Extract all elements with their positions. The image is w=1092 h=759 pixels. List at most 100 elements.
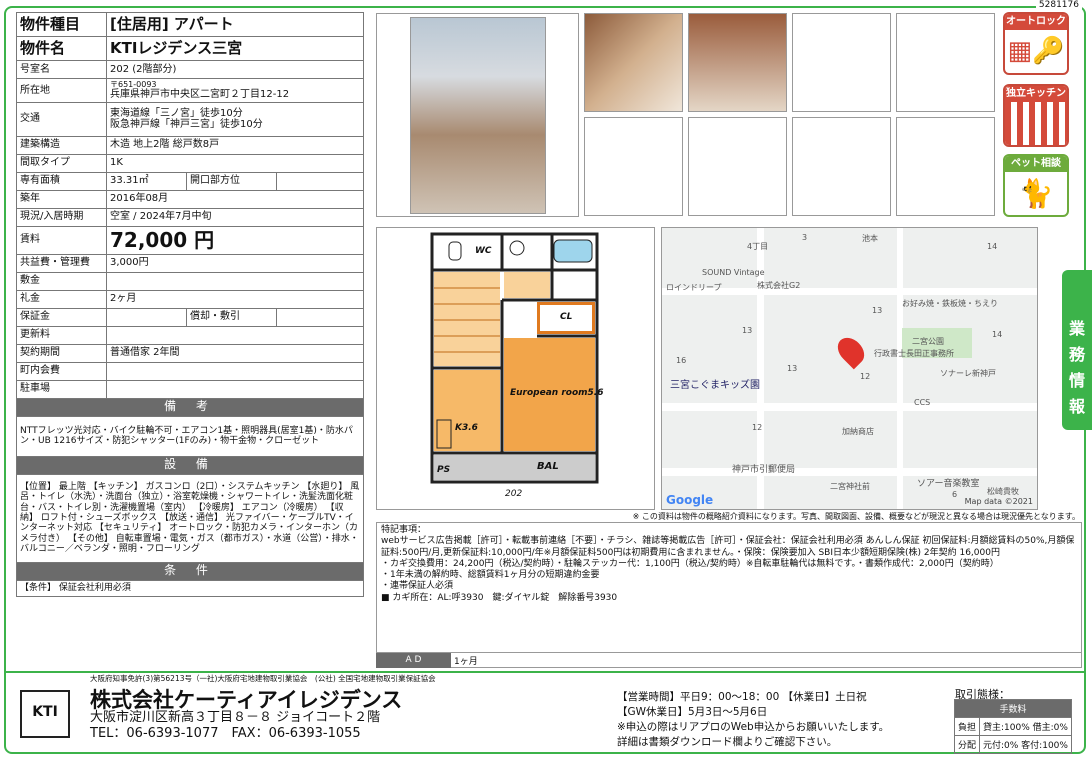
addr-label: 所在地 [16,78,107,103]
ad-value: 1ヶ月 [454,657,478,667]
business-hours: 【営業時間】平日9：00～18：00 【休業日】土日祝 【GW休業日】5月3日～… [617,690,889,750]
struct-label: 建築構造 [16,135,107,155]
status-label: 現況/入居時期 [16,207,107,227]
notes-line: ・連帯保証人必須 [381,581,454,592]
pet-icon: 🐈🐕 [1018,177,1054,210]
equipment-head: 設 備 [16,455,364,475]
notes-line: ・カギ交換費用：24,200円（税込/契約時）・駐輪ステッカー代：1,100円（… [381,558,999,569]
traffic-label: 交通 [16,101,107,137]
map-label: CCS [914,398,931,407]
renew-label: 更新料 [16,325,107,345]
pet-badge: ペット相談 🐈🐕 [1003,154,1069,217]
location-pin-icon [832,332,870,370]
map-label: 4丁目 [747,242,769,251]
room-value: 202 (2階部分) [106,60,364,79]
company-phone: TEL：06-6393-1077 FAX：06-6393-1055 [90,726,361,741]
photo-slot [792,117,891,216]
room-number: 202 [505,489,523,499]
autolock-badge: オートロック ▦🔑 [1003,12,1069,75]
map-label: 三宮こぐまキッズ園 [670,380,760,391]
balcony-label: BAL [537,461,559,472]
map-label: 行政書士長田正事務所 [874,349,954,358]
map-label: 13 [742,326,753,335]
notes-head: 特記事項： [381,525,427,535]
map-label: 株式会社G2 [757,281,801,290]
notes-line: webサービス広告掲載［許可］・転載事前連絡［不要］・チラシ、雑誌等掲載広告［許… [381,536,1075,558]
fee-value: 3,000円 [106,253,364,273]
map-label: ソアー音楽教室 [917,479,980,489]
fee-head: 手数料 [954,699,1072,718]
area-label: 専有面積 [16,171,107,191]
map-label: SOUND Vintage [702,268,765,277]
company-contact: 大阪市淀川区新高３丁目８－８ ジョイコート２階 TEL：06-6393-1077… [90,710,380,742]
kitchen-icon [1005,102,1067,145]
fee-row-value: 貸主:100% 借主:0% [979,717,1072,736]
deposit-value [106,271,364,291]
built-label: 築年 [16,189,107,209]
status-value: 空室 / 2024年7月中旬 [106,207,364,227]
room-label: 号室名 [16,60,107,79]
map-label: 二宮神社前 [830,482,870,491]
property-spec-table: 物件種目 [住居用] アパート 物件名 KTIレジデンス三宮 号室名 202 (2階部… [16,12,364,597]
photo-slot [584,117,683,216]
google-logo: Google [666,493,714,507]
repay-value [276,307,364,327]
remarks-head: 備 考 [16,397,364,417]
map-label: 池本 [862,234,878,243]
traffic-line-2: 阪急神戸線「神戸三宮」徒歩10分 [110,119,263,131]
map-label: ロインドリープ [666,283,722,292]
layout-label: 間取タイプ [16,153,107,173]
map-label: 3 [802,233,808,242]
autolock-label: オートロック [1005,14,1067,30]
fee-table: 手数料 負担 貸主:100% 借主:0% 分配 元付:0% 客付:100% [953,699,1072,754]
map-label: 13 [787,364,798,373]
hours-line: 詳細は書類ダウンロード欄よりご確認下さい。 [617,736,838,748]
remarks-text: NTTフレッツ光対応・バイク駐輪不可・エアコン1基・照明器具(居室1基)・防水パ… [16,415,364,457]
map-label: 加納商店 [842,427,874,436]
hours-line: 【営業時間】平日9：00～18：00 【休業日】土日祝 [617,691,867,703]
map-label: 松崎貴牧 [987,487,1019,496]
tab-char: 報 [1068,397,1085,416]
renew-value [106,325,364,345]
fee-row-value: 元付:0% 客付:100% [979,735,1072,754]
map-road [662,403,1037,411]
conditions-head: 条 件 [16,561,364,581]
map-label: 12 [752,423,763,432]
company-address: 大阪市淀川区新高３丁目８－８ ジョイコート２階 [90,710,381,725]
map-label: お好み焼・鉄板焼・ちえり [902,299,998,308]
corridor-photo[interactable] [584,13,683,112]
opening-label: 開口部方位 [186,171,277,191]
lock-icon: ▦🔑 [1007,36,1065,66]
type-label: 物件種目 [16,12,107,37]
hours-line: ※申込の際はリアプロのWeb申込からお願いいたします。 [617,721,890,733]
floor-plan[interactable]: WC CL European room5.6 K3.6 PS BAL 202 [376,227,655,510]
parking-value [106,379,364,399]
guarantee-label: 保証金 [16,307,107,327]
parking-label: 駐車場 [16,379,107,399]
map-label: ソナーレ新神戸 [940,369,996,378]
location-map[interactable]: 4丁目 3 池本 14 SOUND Vintage 株式会社G2 ロインドリープ… [661,227,1038,510]
layout-value: 1K [106,153,364,173]
traffic-line-1: 東海道線「三ノ宮」徒歩10分 [110,107,243,119]
ad-label: A D [376,653,451,668]
contract-value: 普通借家 2年間 [106,343,364,363]
photo-slot [896,13,995,112]
entrance-photo[interactable] [688,13,787,112]
room-label: European room5.6 [510,388,604,398]
building-photo[interactable] [410,17,546,214]
fee-row-key: 分配 [953,735,981,754]
business-info-tab[interactable]: 業 務 情 報 [1062,270,1092,430]
area-value: 33.31㎡ [106,171,187,191]
map-label: 14 [992,330,1003,339]
map-label: 神戸市引郵便局 [732,465,796,475]
zip-code: 〒651-0093 [110,80,157,89]
wc-label: WC [475,246,492,256]
photo-slot [896,117,995,216]
map-credit: Map data ©2021 [964,497,1033,506]
photo-slot [792,13,891,112]
tab-char: 情 [1068,371,1085,390]
pet-label: ペット相談 [1005,156,1067,172]
repay-label: 償却・敷引 [186,307,277,327]
special-notes: 特記事項： webサービス広告掲載［許可］・転載事前連絡［不要］・チラシ、雑誌等… [376,522,1082,668]
name-value: KTIレジデンス三宮 [106,36,364,61]
